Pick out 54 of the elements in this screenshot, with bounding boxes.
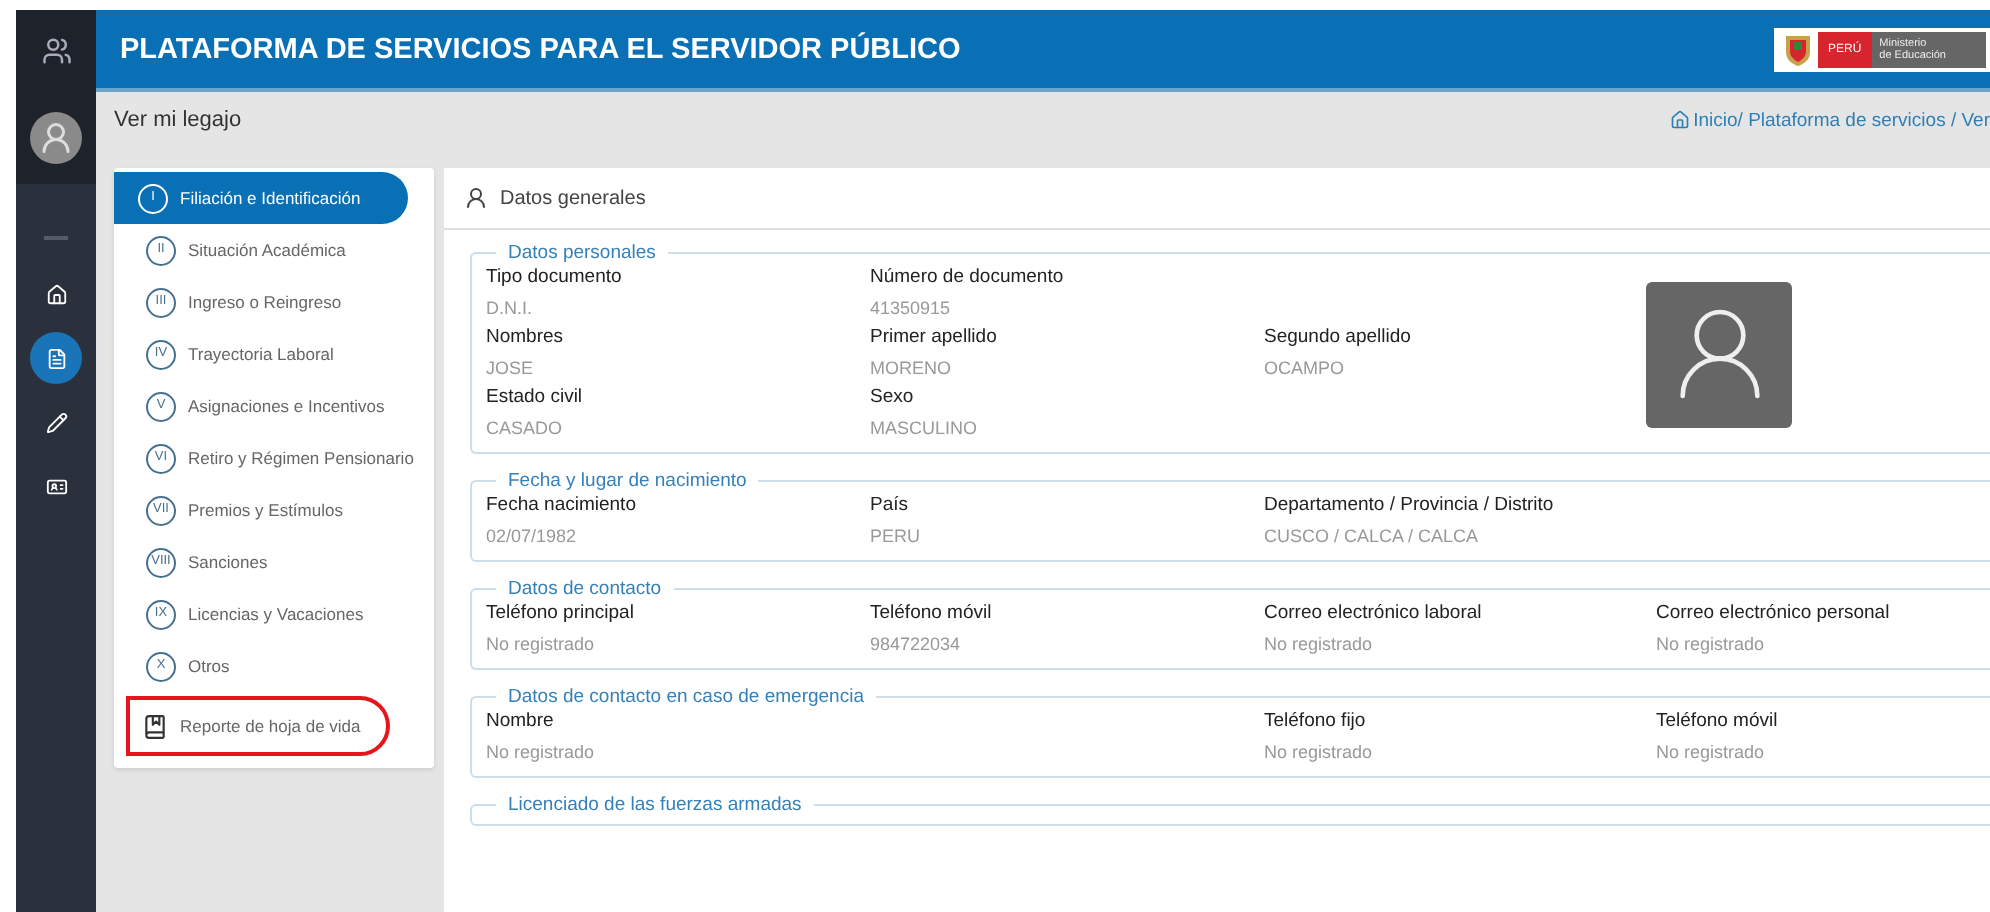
field-label: Primer apellido bbox=[870, 326, 999, 348]
field-value: 02/07/1982 bbox=[486, 526, 579, 546]
field-label: Departamento / Provincia / Distrito bbox=[1264, 494, 1556, 516]
field-label: Estado civil bbox=[486, 386, 585, 408]
book-icon bbox=[142, 713, 168, 739]
field-label: Número de documento bbox=[870, 266, 1066, 288]
nav-button[interactable] bbox=[30, 332, 82, 384]
app-title: PLATAFORMA DE SERVICIOS PARA EL SERVIDOR PÚBLICO bbox=[120, 33, 961, 65]
home-icon bbox=[45, 283, 67, 305]
field-label: Segundo apellido bbox=[1264, 326, 1413, 348]
field-value: PERU bbox=[870, 526, 923, 546]
field-value: 984722034 bbox=[870, 634, 963, 654]
field-value: D.N.I. bbox=[486, 298, 535, 318]
field-label: Correo electrónico laboral bbox=[1264, 602, 1484, 624]
field-label: Correo electrónico personal bbox=[1656, 602, 1892, 624]
panel-title: Datos generales bbox=[500, 187, 646, 209]
section-title: Fecha y lugar de nacimiento bbox=[506, 470, 749, 492]
field-value: CUSCO / CALCA / CALCA bbox=[1264, 526, 1481, 546]
field-label: País bbox=[870, 494, 911, 516]
page-title: Ver mi legajo bbox=[114, 108, 242, 132]
field-label: Teléfono móvil bbox=[870, 602, 994, 624]
field-value: No registrado bbox=[486, 634, 597, 654]
field-label: Teléfono principal bbox=[486, 602, 636, 624]
section-title: Datos personales bbox=[506, 242, 658, 264]
field-value: No registrado bbox=[1656, 634, 1767, 654]
field-value: JOSE bbox=[486, 358, 536, 378]
pencil-icon bbox=[45, 411, 67, 433]
field-value: No registrado bbox=[1656, 742, 1767, 762]
section-title: Datos de contacto en caso de emergencia bbox=[506, 686, 866, 708]
field-value: CASADO bbox=[486, 418, 565, 438]
document-icon bbox=[45, 347, 67, 369]
field-value: No registrado bbox=[1264, 634, 1375, 654]
section-title: Licenciado de las fuerzas armadas bbox=[506, 794, 804, 816]
field-label: Fecha nacimiento bbox=[486, 494, 638, 516]
field-label: Nombres bbox=[486, 326, 566, 348]
field-label: Teléfono móvil bbox=[1656, 710, 1780, 732]
avatar[interactable] bbox=[30, 112, 82, 164]
menu-item[interactable]: Reporte de hoja de vida bbox=[130, 700, 386, 752]
field-value: 41350915 bbox=[870, 298, 953, 318]
home-icon bbox=[1669, 110, 1690, 130]
user-icon bbox=[464, 186, 488, 210]
field-label: Sexo bbox=[870, 386, 916, 408]
section-title: Datos de contacto bbox=[506, 578, 664, 600]
field-label: Teléfono fijo bbox=[1264, 710, 1368, 732]
field-label: Tipo documento bbox=[486, 266, 624, 288]
field-label: Nombre bbox=[486, 710, 556, 732]
breadcrumb[interactable]: Inicio/ Plataforma de servicios / Ver bbox=[1693, 109, 1990, 131]
people-icon bbox=[41, 36, 71, 66]
id-card-icon bbox=[45, 475, 67, 497]
field-value: MORENO bbox=[870, 358, 953, 378]
field-value: No registrado bbox=[1264, 742, 1375, 762]
field-value: No registrado bbox=[486, 742, 597, 762]
field-value: OCAMPO bbox=[1264, 358, 1347, 378]
field-value: MASCULINO bbox=[870, 418, 980, 438]
